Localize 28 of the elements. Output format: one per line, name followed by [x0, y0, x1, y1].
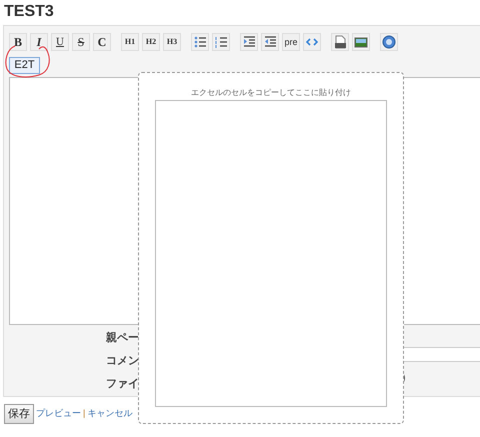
field-label: 親ペー	[106, 331, 139, 345]
paste-instruction: エクセルのセルをコピーしてここに貼り付け	[191, 88, 351, 98]
e2t-button[interactable]: E2T	[9, 57, 40, 74]
bullet-list-icon[interactable]	[191, 33, 209, 51]
image-icon[interactable]	[352, 33, 370, 51]
link-separator: |	[83, 407, 86, 420]
outdent-icon[interactable]	[261, 33, 279, 51]
file-icon[interactable]	[331, 33, 349, 51]
format-button[interactable]: B	[9, 33, 27, 51]
help-icon[interactable]	[380, 33, 398, 51]
indent-icon[interactable]	[240, 33, 258, 51]
field-label: コメン	[106, 354, 139, 368]
format-button[interactable]: pre	[282, 33, 300, 51]
format-button[interactable]: U	[51, 33, 69, 51]
text-link[interactable]: プレビュー	[36, 407, 81, 421]
numbered-list-icon[interactable]	[212, 33, 230, 51]
format-button[interactable]: H1	[121, 33, 139, 51]
format-button[interactable]: I	[30, 33, 48, 51]
format-button[interactable]: H3	[163, 33, 181, 51]
comment-field[interactable]	[404, 347, 480, 362]
text-link[interactable]: キャンセル	[87, 407, 132, 421]
save-button[interactable]: 保存	[4, 404, 34, 424]
format-button[interactable]: S	[72, 33, 90, 51]
page-title: TEST3	[4, 2, 55, 22]
field-label: ファイ	[106, 377, 139, 391]
format-button[interactable]: H2	[142, 33, 160, 51]
code-icon[interactable]	[303, 33, 321, 51]
format-button[interactable]: C	[93, 33, 111, 51]
